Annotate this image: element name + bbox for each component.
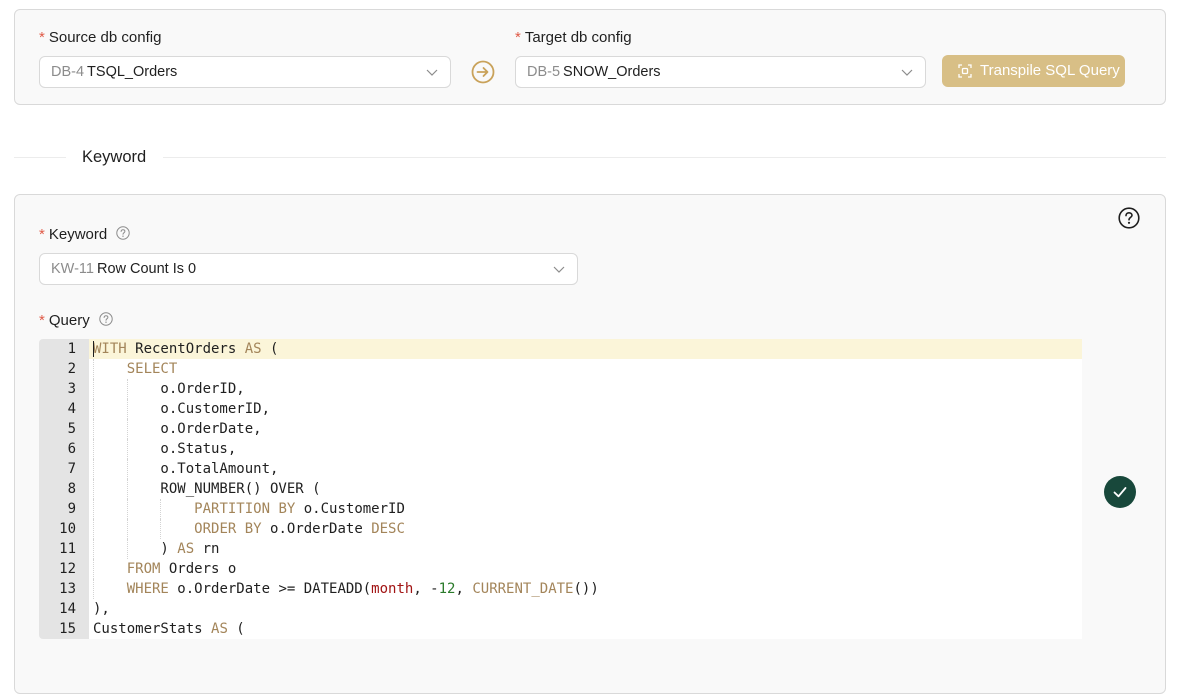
code-line[interactable]: WITH RecentOrders AS ( [89,339,1082,359]
transpile-icon [958,64,972,78]
chevron-down-icon [901,69,913,76]
indent-guide [126,479,128,499]
line-number: 14 [59,601,76,617]
transpile-sql-button[interactable]: Transpile SQL Query [942,55,1125,87]
indent-guide [126,519,128,539]
code-line[interactable]: ), [89,599,1082,619]
indent-guide [93,419,94,439]
indent-guide [93,579,94,599]
code-line[interactable]: SELECT [89,359,1082,379]
line-number: 7 [67,461,76,477]
line-number: 10 [59,521,76,537]
arrow-right-circle-icon [471,60,495,84]
line-number: 3 [67,381,76,397]
line-number: 4 [67,401,76,417]
line-number: 6 [67,441,76,457]
source-db-label: * Source db config [39,29,162,46]
indent-guide [93,479,94,499]
query-editor[interactable]: 1 2 3 4 5 6 7 8 9 10 11 12 13 14 15 WITH RecentOrders … [39,339,1082,639]
target-db-select[interactable]: DB-5 SNOW_Orders [515,56,926,88]
code-line[interactable]: FROM Orders o [89,559,1082,579]
indent-guide [126,439,128,459]
indent-guide [160,519,162,539]
indent-guide [93,539,94,559]
code-line[interactable]: ) AS rn [89,539,1082,559]
source-db-select[interactable]: DB-4 TSQL_Orders [39,56,451,88]
code-line[interactable]: WHERE o.OrderDate >= DATEADD(month, -12,… [89,579,1082,599]
code-line[interactable]: ORDER BY o.OrderDate DESC [89,519,1082,539]
indent-guide [93,439,94,459]
indent-guide [126,399,128,419]
keyword-select[interactable]: KW-11 Row Count Is 0 [39,253,578,285]
indent-guide [93,519,94,539]
code-line[interactable]: o.Status, [89,439,1082,459]
target-db-label: * Target db config [515,29,632,46]
code-line[interactable]: o.CustomerID, [89,399,1082,419]
code-line[interactable]: o.OrderDate, [89,419,1082,439]
code-line[interactable]: PARTITION BY o.CustomerID [89,499,1082,519]
indent-guide [126,379,128,399]
line-number: 15 [59,621,76,637]
section-divider-left [14,157,66,158]
question-circle-icon[interactable] [116,226,131,240]
chevron-down-icon [553,266,565,273]
code-line[interactable]: CustomerStats AS ( [89,619,1082,639]
code-line[interactable]: o.TotalAmount, [89,459,1082,479]
line-number-gutter: 1 2 3 4 5 6 7 8 9 10 11 12 13 14 15 [39,339,89,639]
code-area[interactable]: WITH RecentOrders AS ( SELECT o.OrderID,… [89,339,1082,639]
check-icon [1113,487,1127,498]
indent-guide [93,559,94,579]
line-number: 5 [67,421,76,437]
section-title: Keyword [82,148,147,166]
line-number: 11 [59,541,76,557]
code-line[interactable]: o.OrderID, [89,379,1082,399]
indent-guide [126,459,128,479]
indent-guide [93,459,94,479]
indent-guide [93,379,94,399]
line-number: 13 [59,581,76,597]
indent-guide [160,499,162,519]
indent-guide [93,359,94,379]
question-circle-icon[interactable] [1118,207,1140,229]
indent-guide [93,499,94,519]
line-number: 1 [67,341,76,357]
section-divider-right [163,157,1166,158]
indent-guide [93,399,94,419]
indent-guide [126,499,128,519]
chevron-down-icon [426,69,438,76]
line-number: 9 [67,501,76,517]
query-valid-badge [1104,476,1136,508]
text-cursor [93,341,94,357]
keyword-label: * Keyword [39,226,131,243]
line-number: 12 [59,561,76,577]
line-number: 2 [67,361,76,377]
code-line[interactable]: ROW_NUMBER() OVER ( [89,479,1082,499]
question-circle-icon[interactable] [99,312,113,326]
query-label: * Query [39,312,113,329]
indent-guide [126,419,128,439]
line-number: 8 [67,481,76,497]
indent-guide [126,539,128,559]
